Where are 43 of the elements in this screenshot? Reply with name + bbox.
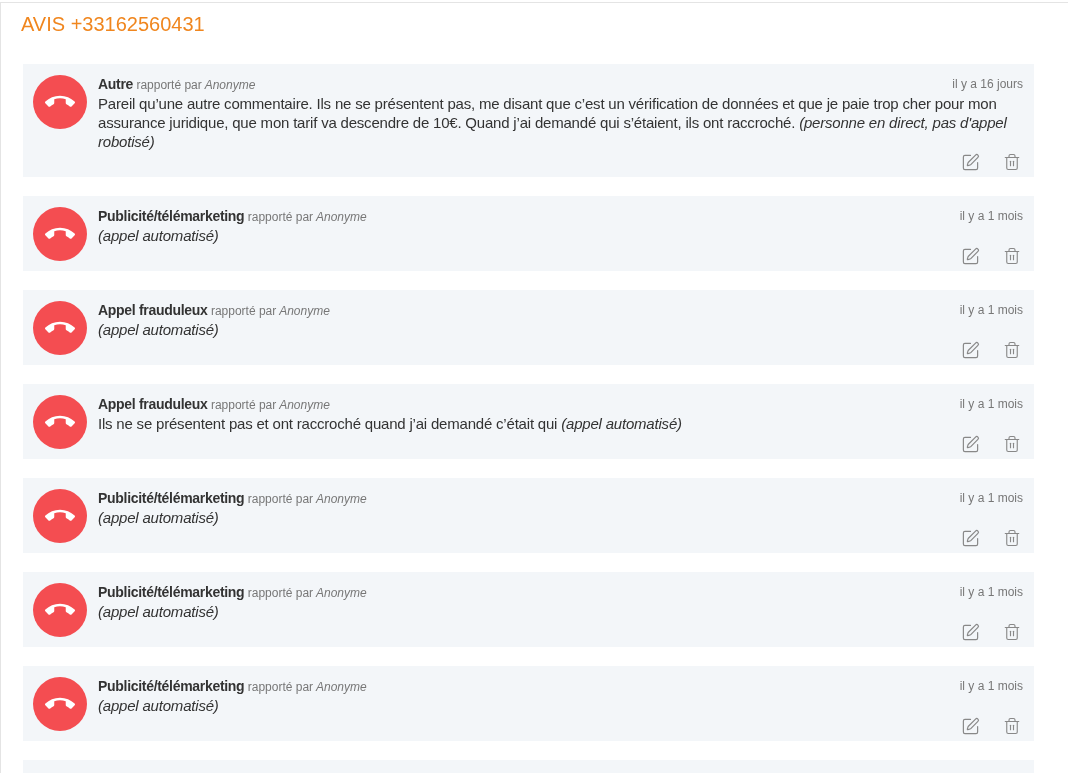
reported-by-label: rapporté par	[246, 210, 314, 224]
author-name: Anonyme	[314, 210, 367, 224]
reported-by-label: rapporté par	[246, 586, 314, 600]
avatar-icon	[33, 75, 87, 129]
review-category: Appel frauduleux	[98, 302, 208, 318]
review-date: il y a 1 mois	[959, 490, 1023, 507]
review-date: il y a 1 mois	[959, 208, 1023, 225]
review-date: il y a 1 mois	[959, 396, 1023, 413]
reported-by-label: rapporté par	[209, 304, 277, 318]
author-name: Anonyme	[278, 304, 330, 318]
review-date: il y a 1 mois	[959, 302, 1023, 319]
avatar-icon	[33, 207, 87, 261]
avatar-icon	[33, 583, 87, 637]
review-comment: (appel automatisé)	[98, 602, 220, 621]
avatar-icon	[33, 489, 87, 543]
author-name: Anonyme	[314, 680, 367, 694]
review-category: Publicité/télémarketing	[98, 678, 245, 694]
review-category: Appel frauduleux	[98, 396, 208, 412]
author-name: Anonyme	[314, 586, 367, 600]
review-comment: Ils ne se présentent pas et ont raccroché quand j’ai demandé c’était qui (appel automatisé)	[98, 414, 683, 433]
review-comment: (appel automatisé)	[98, 508, 220, 527]
author-name: Anonyme	[314, 492, 367, 506]
reported-by-label: rapporté par	[246, 680, 314, 694]
review-category: Publicité/télémarketing	[98, 490, 245, 506]
review-comment: (appel automatisé)	[98, 320, 220, 339]
review-comment: Pareil qu’une autre commentaire. Ils ne se présentent pas, me disant que c’est un vérification de données et que je paie trop cher pour mon assurance juridique, que mon tarif va descendre de 10€. Quand j’ai demandé qui s’étaient, ils ont raccroché. (personne en direct, pas d'appel robotisé)	[98, 94, 1008, 151]
reported-by-label: rapporté par	[209, 398, 277, 412]
reported-by-label: rapporté par	[135, 78, 202, 92]
avatar-icon	[33, 677, 87, 731]
review-category: Publicité/télémarketing	[98, 208, 245, 224]
review-comment: (appel automatisé)	[98, 226, 220, 245]
author-name: Anonyme	[203, 78, 256, 92]
review-category: Autre	[98, 76, 134, 92]
reported-by-label: rapporté par	[246, 492, 314, 506]
avatar-icon	[33, 395, 87, 449]
review-date: il y a 1 mois	[959, 678, 1023, 695]
review-category: Publicité/télémarketing	[98, 584, 245, 600]
review-comment: (appel automatisé)	[98, 696, 220, 715]
review-date: il y a 16 jours	[952, 76, 1023, 93]
page-title: AVIS +33162560431	[21, 12, 205, 37]
avatar-icon	[33, 301, 87, 355]
author-name: Anonyme	[278, 398, 330, 412]
review-date: il y a 1 mois	[959, 584, 1023, 601]
